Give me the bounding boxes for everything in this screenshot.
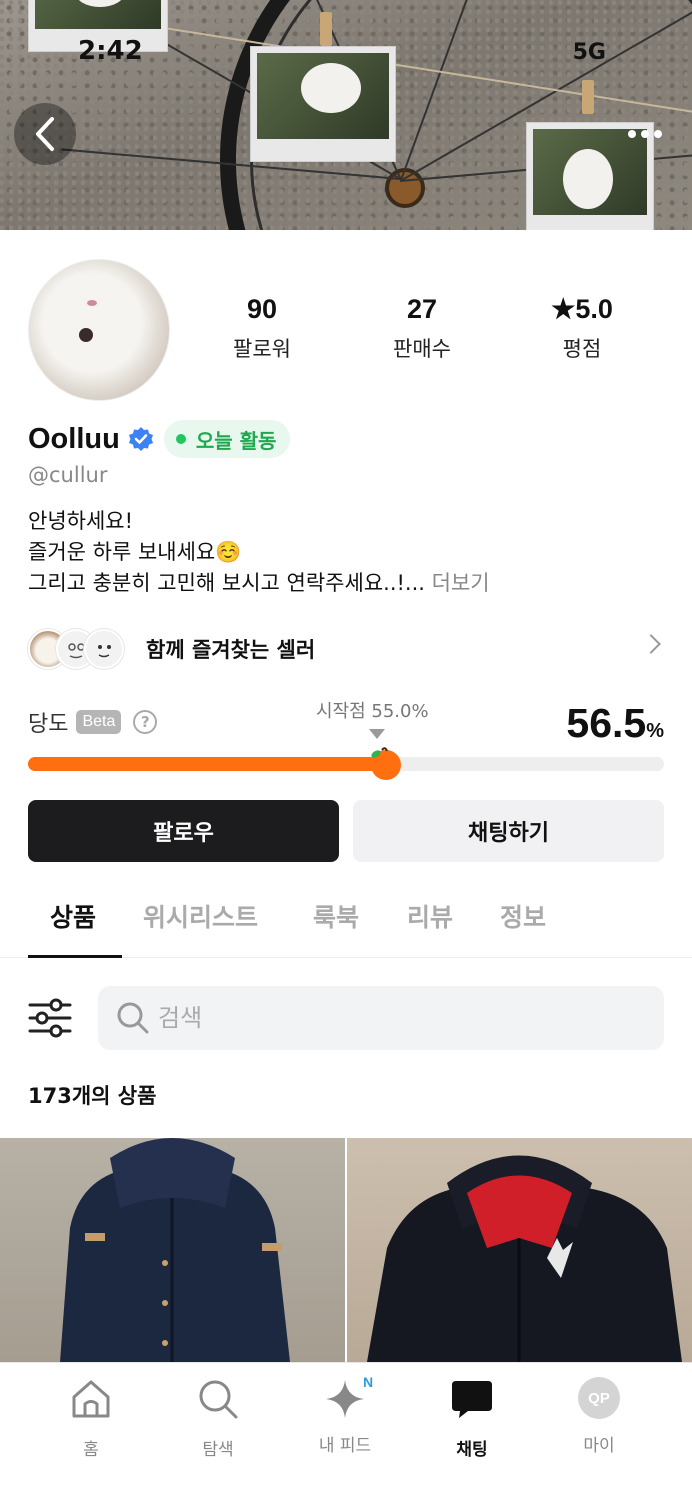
sweetness-value: 56.5% xyxy=(566,700,664,747)
stat-label: 판매수 xyxy=(393,337,451,361)
profile-handle: @cullur xyxy=(28,463,108,487)
activity-label: 오늘 활동 xyxy=(195,428,277,453)
sweetness-bar-fill xyxy=(28,757,388,771)
stat-followers[interactable]: 90 팔로워 xyxy=(192,294,332,363)
nav-explore[interactable]: 탐색 xyxy=(168,1377,268,1460)
new-badge: N xyxy=(357,1371,379,1393)
nav-label: 채팅 xyxy=(456,1440,488,1460)
search-input[interactable] xyxy=(158,1004,638,1032)
chat-button[interactable]: 채팅하기 xyxy=(353,800,664,862)
profile-avatar[interactable] xyxy=(28,259,170,401)
product-image xyxy=(60,1138,290,1362)
sweetness-number: 56.5 xyxy=(566,700,647,746)
profile-bio: 안녕하세요! 즐거운 하루 보내세요☺️ 그리고 충분히 고민해 보시고 연락주… xyxy=(28,506,668,599)
star-icon: ★ xyxy=(551,294,576,324)
active-tab-indicator xyxy=(28,955,122,958)
stat-rating[interactable]: ★5.0 평점 xyxy=(512,294,652,363)
favorite-sellers-row[interactable]: 함께 즐겨찾는 셀러 xyxy=(28,626,664,672)
beta-badge: Beta xyxy=(76,710,122,734)
stat-label: 평점 xyxy=(562,337,602,361)
active-dot-icon xyxy=(175,434,186,444)
sweetness-label-row: 당도 Beta ? xyxy=(28,706,158,738)
bio-line: 안녕하세요! xyxy=(28,509,134,533)
stat-label: 팔로워 xyxy=(233,337,291,361)
nav-my-feed[interactable]: N 내 피드 xyxy=(295,1371,395,1456)
chevron-right-icon xyxy=(641,634,661,654)
stat-value: 27 xyxy=(406,294,438,324)
product-count: 173개의 상품 xyxy=(28,1084,157,1108)
verified-badge-icon xyxy=(128,427,153,451)
sweetness-bar xyxy=(28,757,664,771)
stat-value: 5.0 xyxy=(575,294,613,324)
tab-lookbook[interactable]: 룩북 xyxy=(313,898,359,934)
start-point-label: 시작점 55.0% xyxy=(316,701,429,722)
filter-sliders-icon[interactable] xyxy=(28,996,72,1040)
nav-label: 내 피드 xyxy=(318,1436,372,1456)
chevron-left-icon xyxy=(36,117,54,151)
stat-sales[interactable]: 27 판매수 xyxy=(352,294,492,363)
product-image xyxy=(367,1155,682,1362)
bottom-navigation: 홈 탐색 N 내 피드 채팅 QP 마이 xyxy=(0,1362,692,1500)
search-icon xyxy=(117,1002,149,1034)
profile-qp-icon: QP xyxy=(578,1377,620,1419)
nav-label: 탐색 xyxy=(202,1440,234,1460)
stat-value: 90 xyxy=(246,294,278,324)
nav-chat[interactable]: 채팅 xyxy=(422,1377,522,1460)
search-bar[interactable] xyxy=(98,986,664,1050)
follow-button[interactable]: 팔로우 xyxy=(28,800,339,862)
tab-products[interactable]: 상품 xyxy=(50,898,96,934)
profile-name: Oolluu xyxy=(28,422,120,455)
search-icon xyxy=(199,1380,238,1419)
name-row: Oolluu 오늘 활동 xyxy=(28,420,291,458)
more-options-button[interactable] xyxy=(614,103,676,165)
nav-my[interactable]: QP 마이 xyxy=(549,1377,649,1456)
help-icon[interactable]: ? xyxy=(133,710,158,734)
product-card[interactable] xyxy=(0,1138,345,1362)
status-network: 5G xyxy=(572,40,606,65)
bio-line: 즐거운 하루 보내세요☺️ xyxy=(28,540,242,564)
product-card[interactable] xyxy=(347,1138,692,1362)
sweetness-unit: % xyxy=(646,720,664,742)
nav-label: 마이 xyxy=(583,1436,615,1456)
favorite-sellers-label: 함께 즐겨찾는 셀러 xyxy=(146,638,316,662)
activity-badge: 오늘 활동 xyxy=(163,420,291,458)
nav-home[interactable]: 홈 xyxy=(41,1377,141,1460)
more-dots-icon xyxy=(628,130,662,138)
nav-label: 홈 xyxy=(83,1440,99,1460)
tab-info[interactable]: 정보 xyxy=(500,898,546,934)
tab-reviews[interactable]: 리뷰 xyxy=(407,898,453,934)
back-button[interactable] xyxy=(14,103,76,165)
profile-tabs: 상품 위시리스트 룩북 리뷰 정보 xyxy=(0,880,692,958)
chat-icon xyxy=(452,1381,492,1418)
bio-more-link[interactable]: 더보기 xyxy=(432,571,490,595)
status-bar: 2:42 5G xyxy=(0,30,692,74)
sweetness-label: 당도 xyxy=(28,712,69,737)
seller-avatar xyxy=(84,629,124,669)
bio-line: 그리고 충분히 고민해 보시고 연락주세요..!... xyxy=(28,571,425,595)
status-time: 2:42 xyxy=(78,36,143,66)
tangerine-icon xyxy=(371,747,402,780)
tab-wishlist[interactable]: 위시리스트 xyxy=(143,898,258,934)
start-point-marker-icon xyxy=(369,729,385,739)
home-icon xyxy=(72,1380,110,1418)
